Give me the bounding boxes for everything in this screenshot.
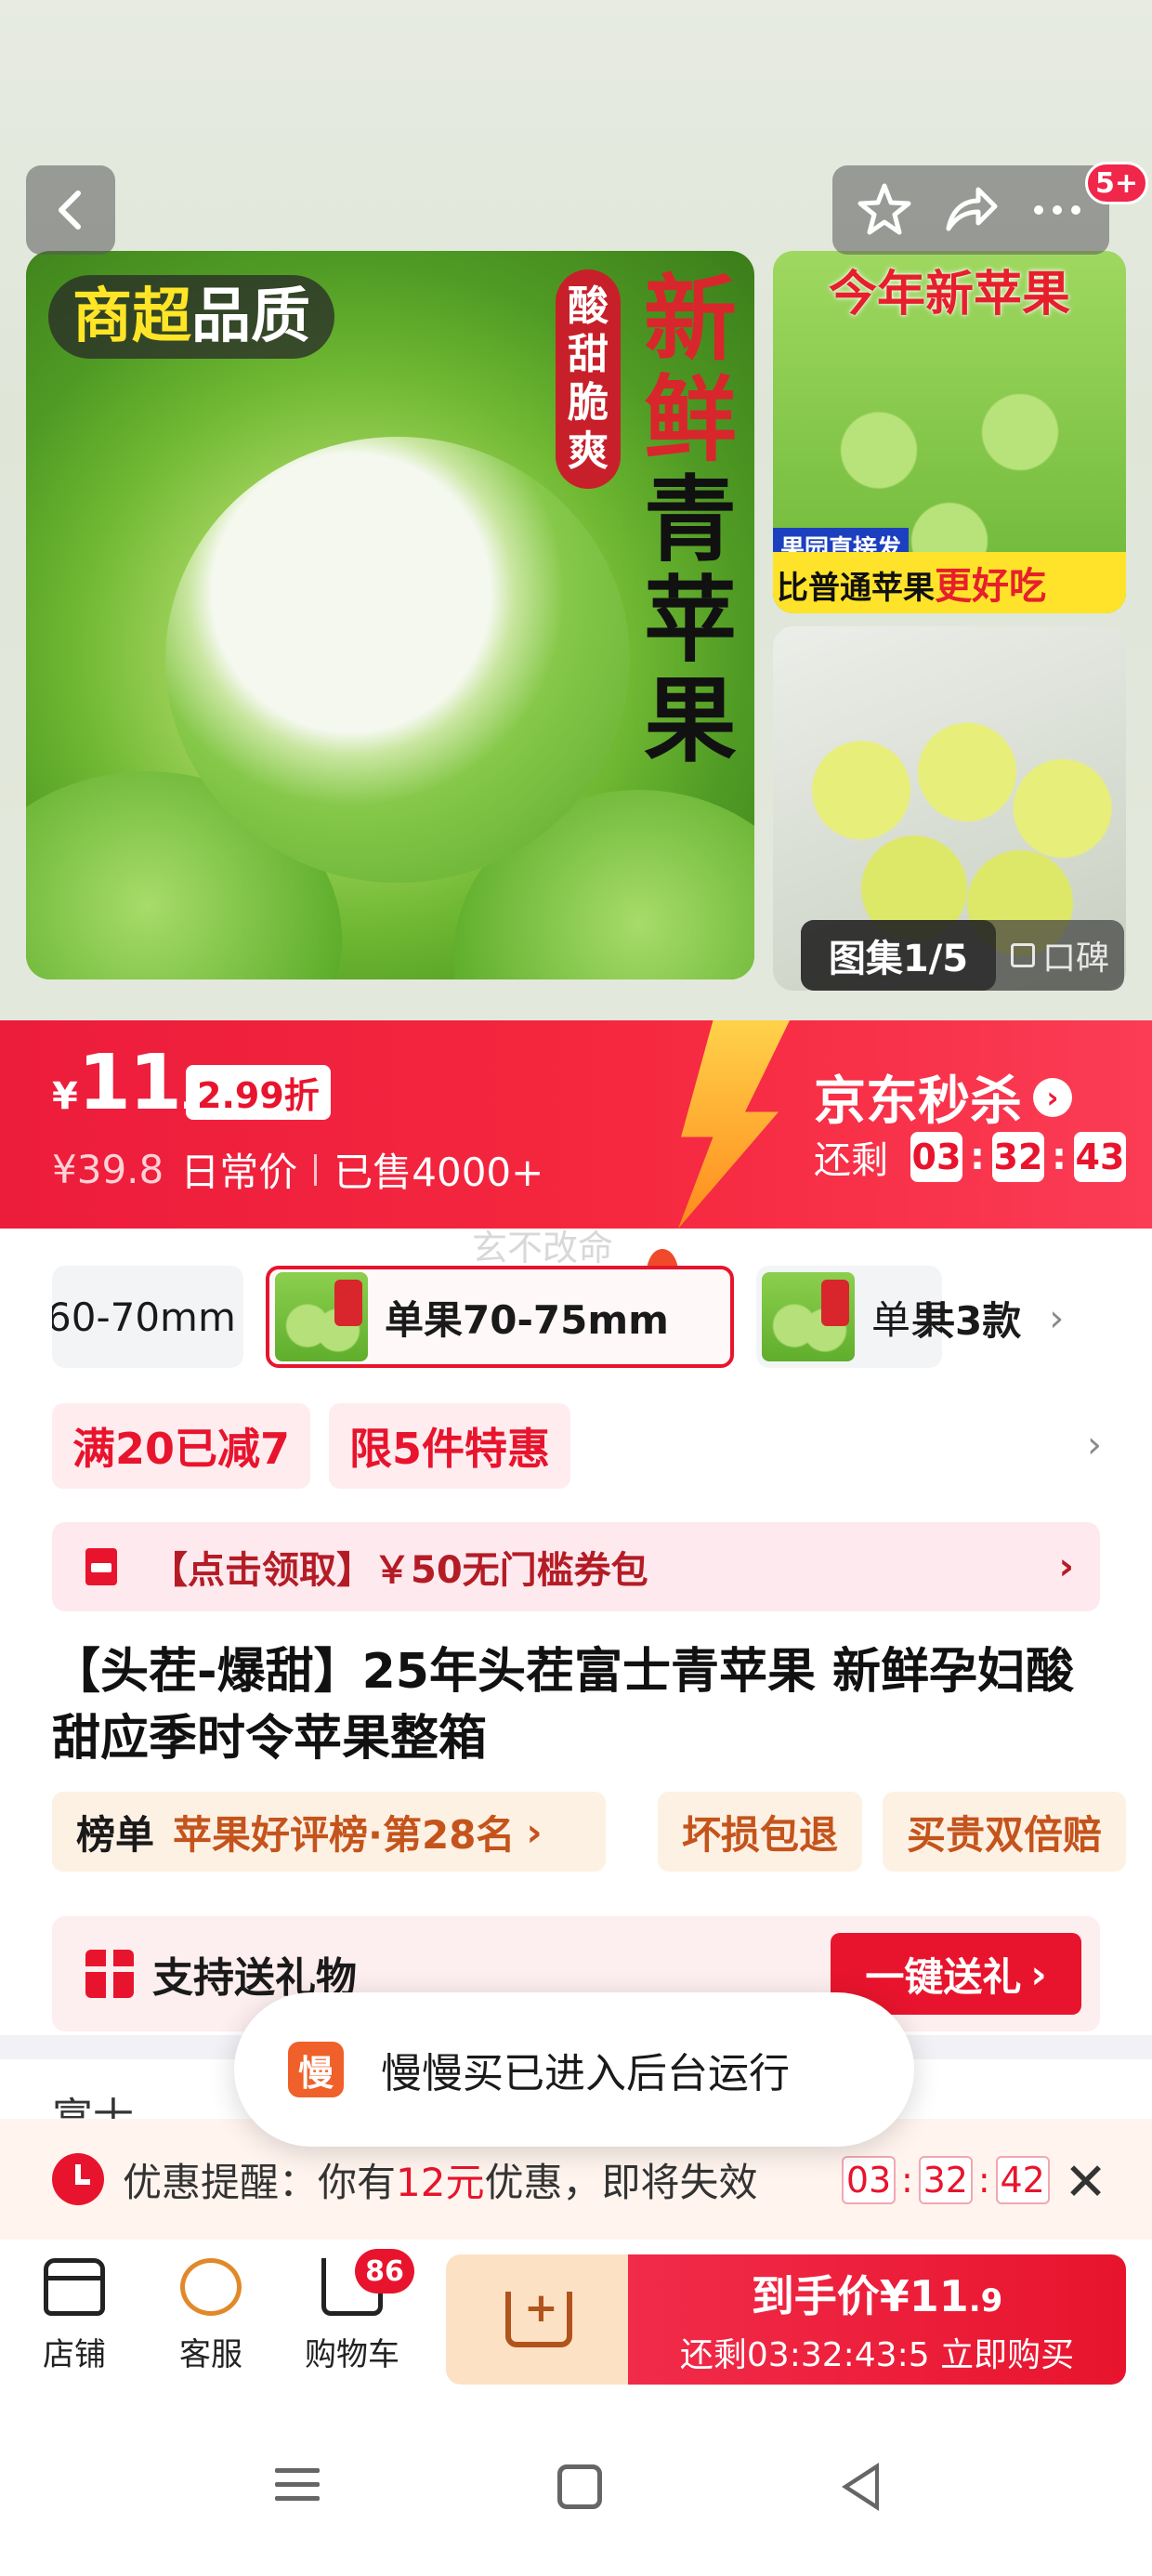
variant-selector: 60-70mm 单果70-75mm 单果 共3款 › — [52, 1266, 1093, 1370]
price-banner: ¥11.9 2.99折 ¥39.8 日常价 已售4000+ 京东秒杀 › 还剩 … — [0, 1020, 1152, 1229]
variant-count-link[interactable]: 共3款 › — [916, 1290, 1064, 1347]
watermark-text: 玄不改命 — [472, 1228, 614, 1268]
chevron-right-icon: › — [1058, 1545, 1074, 1588]
variant-thumbnail — [275, 1272, 368, 1361]
gallery-counter-bar: 图集1/5 口碑 — [801, 920, 1124, 991]
lightning-icon — [678, 1020, 790, 1229]
coupon-text: 【点击领取】￥50无门槛券包 — [151, 1549, 648, 1592]
chevron-right-icon: › — [1030, 1951, 1047, 1997]
promo-tag: 限5件特惠 — [329, 1403, 571, 1489]
toast-message: 慢慢买已进入后台运行 — [381, 2050, 790, 2097]
store-button[interactable]: 店铺 — [14, 2258, 135, 2374]
discount-badge: 2.99折 — [186, 1065, 331, 1120]
coupon-banner[interactable]: 【点击领取】￥50无门槛券包 › — [52, 1522, 1100, 1611]
product-detail-page: 商超品质 酸甜脆爽 新鲜 青苹果 今年新苹果 果园直接发 比普通苹果更好吃 图集… — [0, 0, 1152, 2576]
more-icon[interactable] — [1028, 180, 1087, 240]
reminder-text: 优惠提醒：你有12元优惠，即将失效 — [123, 2159, 758, 2205]
chevron-right-icon: › — [1049, 1296, 1065, 1340]
gallery-counter-button[interactable]: 图集1/5 — [801, 920, 996, 991]
back-icon[interactable] — [842, 2463, 879, 2511]
service-tags: 榜单 苹果好评榜·第28名 › 坏损包退 买贵双倍赔 — [52, 1792, 1152, 1872]
variant-option[interactable]: 60-70mm — [52, 1266, 243, 1368]
manmanmai-app-icon: 慢 — [288, 2042, 344, 2097]
taste-vertical-tag: 酸甜脆爽 — [556, 269, 621, 489]
image-vertical-title: 新鲜 青苹果 — [644, 265, 737, 775]
price-meta: ¥39.8 日常价 已售4000+ — [52, 1141, 543, 1198]
cart-count-badge: 86 — [355, 2249, 414, 2293]
review-icon — [1010, 943, 1035, 967]
ranking-tag[interactable]: 榜单 苹果好评榜·第28名 › — [52, 1792, 606, 1872]
add-to-cart-button[interactable] — [446, 2254, 632, 2385]
clock-icon — [52, 2153, 104, 2205]
background-toast: 慢 慢慢买已进入后台运行 — [234, 1992, 914, 2147]
quality-tag: 商超品质 — [48, 275, 334, 360]
store-icon — [44, 2258, 105, 2316]
review-button[interactable]: 口碑 — [996, 931, 1124, 979]
buy-now-button[interactable]: 到手价¥11.9 还剩03:32:43:5 立即购买 — [628, 2254, 1126, 2385]
menu-icon[interactable] — [269, 2459, 325, 2515]
home-icon[interactable] — [557, 2464, 602, 2509]
side-image-1[interactable]: 今年新苹果 果园直接发 比普通苹果更好吃 — [773, 251, 1126, 613]
chevron-right-icon: › — [526, 1808, 543, 1855]
main-product-image[interactable]: 商超品质 酸甜脆爽 新鲜 青苹果 — [26, 251, 754, 979]
bottom-action-bar: 店铺 客服 购物车 86 到手价¥11.9 还剩03:32:43:5 立即购买 — [0, 2240, 1152, 2394]
promo-tag: 满20已减7 — [52, 1403, 311, 1489]
original-price-label: 日常价 — [180, 1150, 298, 1195]
variant-option[interactable]: 单果 — [756, 1266, 942, 1368]
flash-sale-countdown: 还剩 03 : 32 : 43 — [814, 1130, 1126, 1184]
product-gallery[interactable]: 商超品质 酸甜脆爽 新鲜 青苹果 今年新苹果 果园直接发 比普通苹果更好吃 图集… — [0, 0, 1152, 1022]
add-cart-icon — [505, 2284, 572, 2347]
system-navigation-bar — [0, 2394, 1152, 2576]
product-title: 【头茬-爆甜】25年头茬富士青苹果 新鲜孕妇酸甜应季时令苹果整箱 — [52, 1644, 1075, 1767]
gift-icon — [85, 1950, 134, 1998]
chevron-right-icon: › — [1087, 1424, 1102, 1466]
reminder-countdown: 03: 32: 42 — [842, 2156, 1050, 2204]
side-image-subtitle: 比普通苹果更好吃 — [773, 552, 1126, 613]
star-icon[interactable] — [855, 180, 914, 240]
customer-service-button[interactable]: 客服 — [151, 2258, 271, 2374]
price-protection-tag[interactable]: 买贵双倍赔 — [883, 1792, 1127, 1872]
damage-refund-tag[interactable]: 坏损包退 — [658, 1792, 863, 1872]
baitiao-icon — [85, 1548, 117, 1585]
back-button[interactable] — [26, 165, 115, 255]
bitten-apple-shape — [165, 437, 630, 883]
customer-service-icon — [180, 2258, 242, 2316]
close-icon[interactable]: ✕ — [1064, 2152, 1107, 2213]
sold-count: 已售4000+ — [334, 1150, 544, 1195]
variant-thumbnail — [762, 1272, 855, 1361]
chevron-left-icon — [59, 191, 81, 230]
countdown-hours: 03 — [910, 1132, 962, 1182]
divider — [314, 1153, 318, 1186]
message-badge: 5+ — [1085, 162, 1149, 204]
chevron-right-icon: › — [1033, 1077, 1072, 1117]
side-image-title: 今年新苹果 — [828, 267, 1070, 322]
section-heading-partial: 富士 — [52, 2095, 134, 2119]
share-icon[interactable] — [941, 180, 1001, 240]
header-actions — [832, 165, 1109, 255]
promotion-row[interactable]: 满20已减7 限5件特惠 › — [52, 1403, 1102, 1489]
countdown-minutes: 32 — [992, 1132, 1044, 1182]
countdown-seconds: 43 — [1074, 1132, 1126, 1182]
buy-price: 到手价¥11.9 — [751, 2271, 1003, 2321]
flash-sale-link[interactable]: 京东秒杀 › — [814, 1059, 1072, 1135]
original-price: ¥39.8 — [52, 1147, 164, 1192]
variant-option-selected[interactable]: 单果70-75mm — [266, 1266, 734, 1368]
buy-countdown-label: 还剩03:32:43:5 立即购买 — [679, 2336, 1075, 2374]
